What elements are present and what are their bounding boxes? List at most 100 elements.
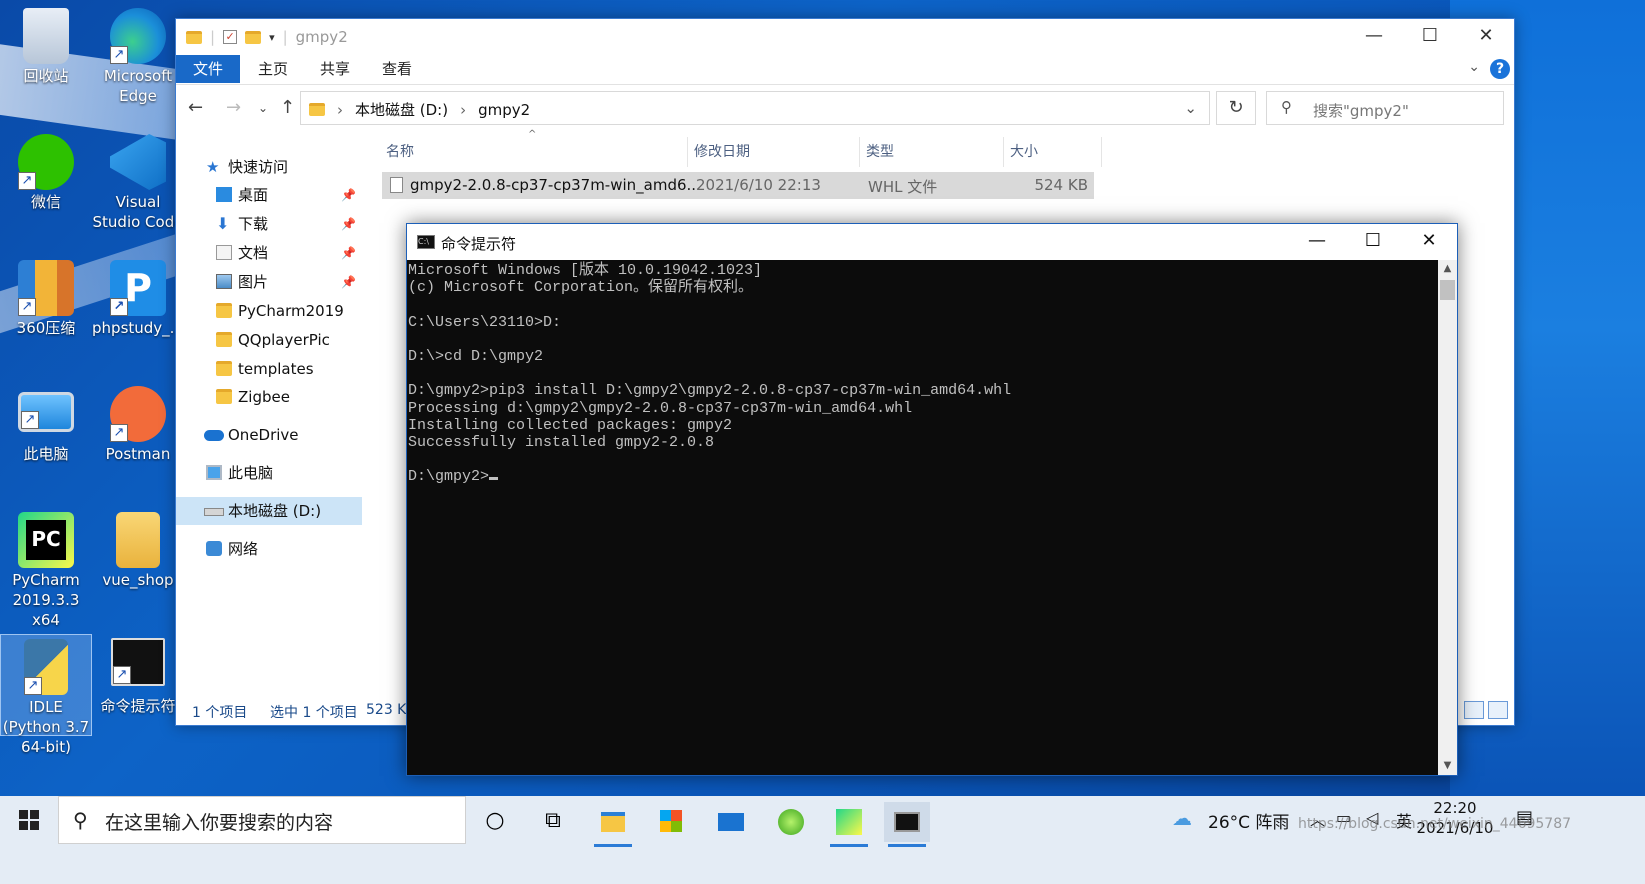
tab-share[interactable]: 共享 — [306, 55, 364, 83]
desktop-icon-label: Visual Studio Code — [92, 193, 184, 231]
pin-icon[interactable]: 📌 — [341, 268, 356, 296]
desktop-icon-label: Postman — [105, 445, 171, 463]
vertical-scrollbar[interactable]: ▲ ▼ — [1438, 260, 1457, 775]
text-cursor — [489, 477, 499, 481]
nav-item-pycharm2019[interactable]: PyCharm2019 — [176, 297, 362, 325]
nav-item-label: 文档 — [238, 244, 269, 262]
nav-item-network[interactable]: 网络 — [176, 535, 362, 563]
tab-view[interactable]: 查看 — [368, 55, 426, 83]
search-icon: ⚲ — [1281, 98, 1292, 116]
expand-ribbon-icon[interactable]: ⌄ — [1468, 59, 1480, 75]
refresh-icon[interactable]: ↻ — [1216, 91, 1256, 125]
desktop-icon-postman[interactable]: ↗ Postman — [92, 382, 184, 464]
breadcrumb-separator-icon[interactable]: › — [460, 101, 466, 119]
cortana-icon[interactable]: ○ — [472, 802, 518, 842]
desktop-icon-pycharm[interactable]: PC PyCharm 2019.3.3 x64 — [0, 508, 92, 630]
desktop-icon-this-pc[interactable]: ↗ 此电脑 — [0, 382, 92, 464]
breadcrumb-separator-icon[interactable]: › — [337, 101, 343, 119]
column-header-name[interactable]: 名称 — [382, 137, 688, 167]
nav-item-downloads[interactable]: ⬇ 下载 📌 — [176, 210, 362, 238]
properties-icon[interactable]: ✓ — [223, 30, 238, 44]
download-icon: ⬇ — [216, 214, 230, 233]
cmd-titlebar[interactable]: C:\ 命令提示符 — ☐ ✕ — [407, 224, 1457, 260]
pin-icon[interactable]: 📌 — [341, 181, 356, 209]
shortcut-arrow-icon: ↗ — [18, 172, 36, 190]
taskbar-search-input[interactable]: ⚲ 在这里输入你要搜索的内容 — [58, 796, 466, 844]
pin-icon[interactable]: 📌 — [341, 210, 356, 238]
minimize-button[interactable]: — — [1346, 19, 1402, 55]
file-row[interactable]: gmpy2-2.0.8-cp37-cp37m-win_amd6... 2021/… — [382, 172, 1094, 199]
tab-file[interactable]: 文件 — [176, 55, 240, 83]
desktop-icon-vscode[interactable]: Visual Studio Code — [92, 130, 184, 232]
desktop-icon-phpstudy[interactable]: P ↗ phpstudy_... — [92, 256, 184, 338]
back-icon[interactable]: ← — [188, 97, 203, 118]
help-icon[interactable]: ? — [1490, 59, 1510, 79]
nav-item-qqplayerpic[interactable]: QQplayerPic — [176, 326, 362, 354]
close-button[interactable]: ✕ — [1458, 19, 1514, 55]
nav-item-this-pc[interactable]: 此电脑 — [176, 459, 362, 487]
column-header-date[interactable]: 修改日期 — [690, 137, 860, 167]
desktop-icon-idle[interactable]: ↗ IDLE (Python 3.7 64-bit) — [0, 634, 92, 756]
minimize-button[interactable]: — — [1289, 224, 1345, 260]
desktop-icon-wechat[interactable]: ↗ 微信 — [0, 130, 92, 212]
command-prompt-window[interactable]: C:\ 命令提示符 — ☐ ✕ Microsoft Windows [版本 10… — [406, 223, 1458, 776]
desktop-icon-label: phpstudy_... — [92, 319, 184, 337]
breadcrumb-folder[interactable]: gmpy2 — [478, 101, 530, 119]
new-folder-icon[interactable] — [245, 30, 262, 44]
nav-item-zigbee[interactable]: Zigbee — [176, 383, 362, 411]
nav-item-desktop[interactable]: 桌面 📌 — [176, 181, 362, 209]
console-output[interactable]: Microsoft Windows [版本 10.0.19042.1023] (c… — [407, 260, 1439, 775]
start-button[interactable] — [0, 796, 58, 844]
clock-time: 22:20 — [1433, 799, 1477, 817]
browser-taskbar-icon[interactable] — [768, 802, 814, 842]
column-header-type[interactable]: 类型 — [862, 137, 1004, 167]
address-dropdown-icon[interactable]: ⌄ — [1184, 99, 1197, 117]
close-button[interactable]: ✕ — [1401, 224, 1457, 260]
nav-item-pictures[interactable]: 图片 📌 — [176, 268, 362, 296]
explorer-titlebar[interactable]: | ✓ ▾ | gmpy2 — ☐ ✕ — [176, 19, 1514, 55]
desktop-icon-label: 微信 — [30, 193, 61, 211]
task-view-icon[interactable]: ⧉ — [530, 802, 576, 842]
desktop-icon-edge[interactable]: ↗ Microsoft Edge — [92, 4, 184, 106]
scroll-down-icon[interactable]: ▼ — [1438, 757, 1457, 775]
address-bar[interactable]: › 本地磁盘 (D:) › gmpy2 ⌄ — [300, 91, 1210, 125]
nav-item-templates[interactable]: templates — [176, 355, 362, 383]
console-line: (c) Microsoft Corporation。保留所有权利。 — [408, 279, 754, 297]
window-title: gmpy2 — [295, 28, 348, 46]
maximize-button[interactable]: ☐ — [1345, 224, 1401, 260]
customize-dropdown-icon[interactable]: ▾ — [269, 31, 275, 44]
desktop-icon-recycle-bin[interactable]: 回收站 — [0, 4, 92, 86]
scrollbar-thumb[interactable] — [1440, 280, 1455, 300]
pycharm-taskbar-icon[interactable] — [826, 802, 872, 847]
desktop-icon-360zip[interactable]: ↗ 360压缩 — [0, 256, 92, 338]
file-explorer-taskbar-icon[interactable] — [590, 802, 636, 847]
nav-item-documents[interactable]: 文档 📌 — [176, 239, 362, 267]
desktop-icon-vue-shop[interactable]: vue_shop — [92, 508, 184, 590]
desktop-icon-cmd[interactable]: ↗ 命令提示符 — [92, 634, 184, 716]
nav-item-local-disk-d[interactable]: 本地磁盘 (D:) — [176, 497, 362, 525]
nav-item-quick-access[interactable]: ★ 快速访问 — [176, 153, 362, 181]
windows-logo-icon — [19, 810, 39, 830]
status-selected: 选中 1 个项目 — [270, 705, 358, 721]
nav-item-label: QQplayerPic — [238, 331, 330, 349]
up-icon[interactable]: ↑ — [280, 97, 295, 118]
large-icons-view-icon[interactable] — [1488, 701, 1508, 719]
tab-home[interactable]: 主页 — [244, 55, 302, 83]
mail-icon[interactable] — [708, 802, 754, 842]
scroll-up-icon[interactable]: ▲ — [1438, 260, 1457, 278]
file-name: gmpy2-2.0.8-cp37-cp37m-win_amd6... — [410, 176, 701, 194]
cmd-taskbar-icon[interactable] — [884, 802, 930, 847]
console-prompt-line[interactable]: D:\gmpy2> — [408, 468, 1439, 485]
pin-icon[interactable]: 📌 — [341, 239, 356, 267]
search-input[interactable]: ⚲ 搜索"gmpy2" — [1266, 91, 1504, 125]
status-size: 523 K — [366, 702, 407, 718]
breadcrumb-drive[interactable]: 本地磁盘 (D:) — [355, 99, 448, 120]
column-header-size[interactable]: 大小 — [1006, 137, 1102, 167]
recent-locations-icon[interactable]: ⌄ — [258, 101, 268, 115]
store-icon[interactable] — [648, 802, 694, 842]
details-view-icon[interactable] — [1464, 701, 1484, 719]
nav-item-onedrive[interactable]: OneDrive — [176, 421, 362, 449]
maximize-button[interactable]: ☐ — [1402, 19, 1458, 55]
forward-icon[interactable]: → — [226, 97, 241, 118]
